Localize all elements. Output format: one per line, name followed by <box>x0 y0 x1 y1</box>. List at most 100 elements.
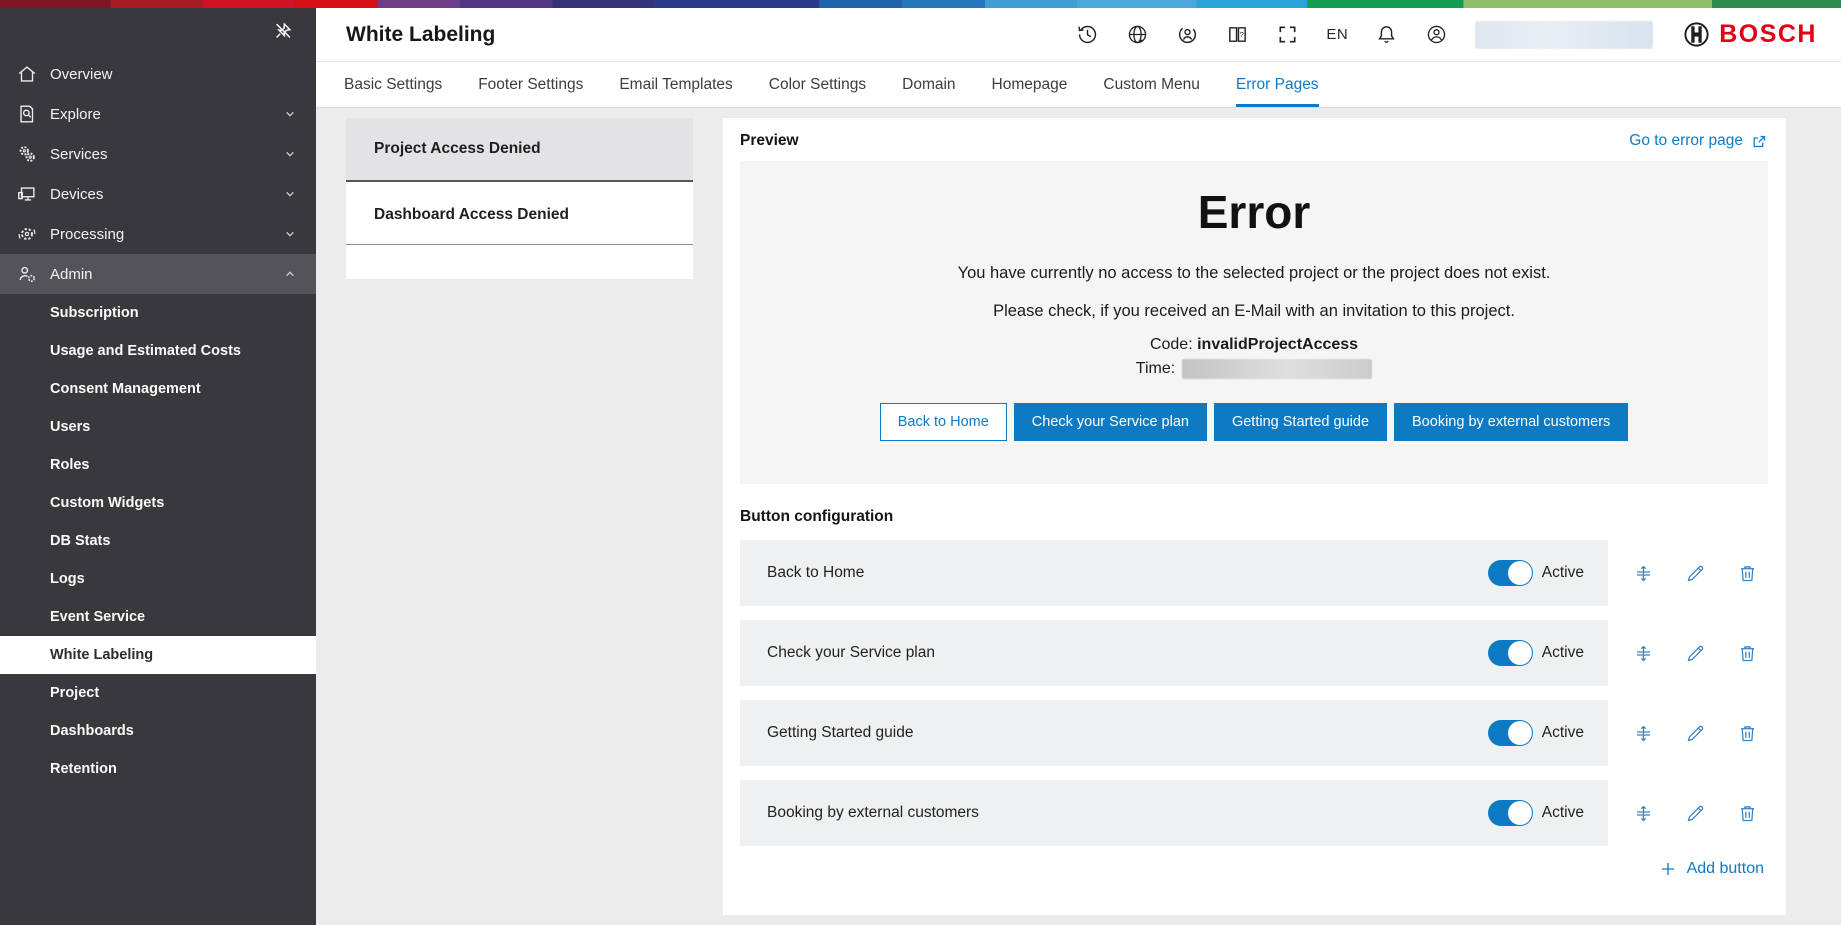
sidebar-item-roles[interactable]: Roles <box>0 446 316 484</box>
button-config-line: Check your Service plan Active <box>740 620 1768 686</box>
error-page-list: Project Access Denied Dashboard Access D… <box>346 118 693 279</box>
sidebar-item-overview[interactable]: Overview <box>0 54 316 94</box>
fullscreen-icon[interactable] <box>1276 23 1299 46</box>
tab-email-templates[interactable]: Email Templates <box>619 62 732 107</box>
tab-color-settings[interactable]: Color Settings <box>769 62 866 107</box>
sidebar-item-label: Processing <box>50 226 282 243</box>
error-time-label: Time: <box>1136 360 1175 378</box>
active-toggle[interactable] <box>1488 560 1533 586</box>
edit-icon[interactable] <box>1685 723 1706 744</box>
active-toggle[interactable] <box>1488 720 1533 746</box>
button-label: Check your Service plan <box>767 644 935 662</box>
preview-button-getting-started-guide[interactable]: Getting Started guide <box>1214 403 1387 441</box>
edit-icon[interactable] <box>1685 803 1706 824</box>
reorder-icon[interactable] <box>1633 643 1654 664</box>
devices-icon <box>16 183 38 205</box>
sidebar-item-users[interactable]: Users <box>0 408 316 446</box>
delete-icon[interactable] <box>1737 563 1758 584</box>
sidebar-item-explore[interactable]: Explore <box>0 94 316 134</box>
error-code-label: Code: <box>1150 336 1193 353</box>
sidebar-item-custom-widgets[interactable]: Custom Widgets <box>0 484 316 522</box>
error-page-item-project-access-denied[interactable]: Project Access Denied <box>346 118 693 182</box>
tab-footer-settings[interactable]: Footer Settings <box>478 62 583 107</box>
sidebar-item-label: Services <box>50 146 282 163</box>
sidebar-item-logs[interactable]: Logs <box>0 560 316 598</box>
edit-icon[interactable] <box>1685 643 1706 664</box>
sidebar-item-admin[interactable]: Admin <box>0 254 316 294</box>
tab-homepage[interactable]: Homepage <box>992 62 1068 107</box>
button-config-line: Booking by external customers Active <box>740 780 1768 846</box>
sidebar-item-project[interactable]: Project <box>0 674 316 712</box>
support-icon[interactable] <box>1176 23 1199 46</box>
language-selector[interactable]: EN <box>1326 26 1348 43</box>
sidebar-item-retention[interactable]: Retention <box>0 750 316 788</box>
history-icon[interactable] <box>1076 23 1099 46</box>
error-code-value: invalidProjectAccess <box>1197 336 1358 353</box>
preview-button-back-to-home[interactable]: Back to Home <box>880 403 1007 441</box>
sidebar-item-consent-management[interactable]: Consent Management <box>0 370 316 408</box>
toggle-status-label: Active <box>1542 564 1584 582</box>
toggle-knob <box>1508 801 1532 825</box>
delete-icon[interactable] <box>1737 803 1758 824</box>
add-button-link[interactable]: Add button <box>1659 860 1764 878</box>
sidebar-item-subscription[interactable]: Subscription <box>0 294 316 332</box>
globe-icon[interactable] <box>1126 23 1149 46</box>
redacted-timestamp <box>1182 359 1372 379</box>
help-icon[interactable]: ? <box>1226 23 1249 46</box>
sidebar-item-services[interactable]: Services <box>0 134 316 174</box>
sidebar-item-processing[interactable]: Processing <box>0 214 316 254</box>
preview-button-check-your-service-plan[interactable]: Check your Service plan <box>1014 403 1207 441</box>
button-config-row: Check your Service plan Active <box>740 620 1608 686</box>
sidebar-item-white-labeling[interactable]: White Labeling <box>0 636 316 674</box>
go-to-error-page-label: Go to error page <box>1629 132 1743 150</box>
add-button-label: Add button <box>1687 860 1764 878</box>
tab-basic-settings[interactable]: Basic Settings <box>344 62 442 107</box>
error-code-line: Code: invalidProjectAccess <box>1150 336 1358 354</box>
reorder-icon[interactable] <box>1633 723 1654 744</box>
error-pages-content: Project Access Denied Dashboard Access D… <box>316 108 1841 925</box>
svg-text:?: ? <box>1240 30 1244 39</box>
error-page-item-dashboard-access-denied[interactable]: Dashboard Access Denied <box>346 182 693 245</box>
sidebar-item-devices[interactable]: Devices <box>0 174 316 214</box>
button-label: Getting Started guide <box>767 724 914 742</box>
active-toggle[interactable] <box>1488 800 1533 826</box>
tab-domain[interactable]: Domain <box>902 62 955 107</box>
sidebar-item-dashboards[interactable]: Dashboards <box>0 712 316 750</box>
delete-icon[interactable] <box>1737 723 1758 744</box>
delete-icon[interactable] <box>1737 643 1758 664</box>
bosch-logo: BOSCH <box>1682 20 1817 49</box>
bosch-logo-text: BOSCH <box>1719 20 1817 49</box>
page-title: White Labeling <box>346 23 495 47</box>
unpin-icon[interactable] <box>272 20 294 42</box>
button-config-row: Back to Home Active <box>740 540 1608 606</box>
go-to-error-page-link[interactable]: Go to error page <box>1629 132 1768 150</box>
toggle-knob <box>1508 641 1532 665</box>
button-config-line: Back to Home Active <box>740 540 1768 606</box>
services-icon <box>16 143 38 165</box>
toggle-knob <box>1508 721 1532 745</box>
plus-icon <box>1659 860 1677 878</box>
tab-custom-menu[interactable]: Custom Menu <box>1103 62 1199 107</box>
sidebar-item-usage-and-estimated-costs[interactable]: Usage and Estimated Costs <box>0 332 316 370</box>
error-message-line1: You have currently no access to the sele… <box>958 264 1551 283</box>
sidebar-item-label: Devices <box>50 186 282 203</box>
chevron-down-icon <box>282 146 298 162</box>
button-label: Back to Home <box>767 564 864 582</box>
chevron-down-icon <box>282 226 298 242</box>
toggle-status-label: Active <box>1542 804 1584 822</box>
chevron-down-icon <box>282 106 298 122</box>
tab-error-pages[interactable]: Error Pages <box>1236 62 1319 107</box>
preview-button-booking-by-external-customers[interactable]: Booking by external customers <box>1394 403 1628 441</box>
redacted-username <box>1475 21 1653 49</box>
notifications-bell-icon[interactable] <box>1375 23 1398 46</box>
reorder-icon[interactable] <box>1633 803 1654 824</box>
active-toggle[interactable] <box>1488 640 1533 666</box>
error-page-editor-card: Preview Go to error page Error You have … <box>723 118 1786 915</box>
reorder-icon[interactable] <box>1633 563 1654 584</box>
preview-buttons: Back to Home Check your Service plan Get… <box>880 403 1629 441</box>
edit-icon[interactable] <box>1685 563 1706 584</box>
sidebar-item-db-stats[interactable]: DB Stats <box>0 522 316 560</box>
error-message-line2: Please check, if you received an E-Mail … <box>993 302 1515 321</box>
account-icon[interactable] <box>1425 23 1448 46</box>
sidebar-item-event-service[interactable]: Event Service <box>0 598 316 636</box>
